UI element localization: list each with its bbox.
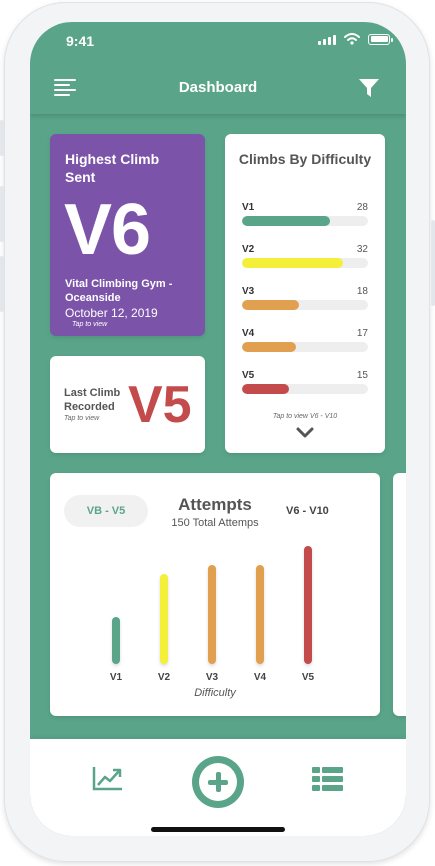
difficulty-hint: Tap to view V6 - V10 <box>272 413 338 420</box>
difficulty-count: 18 <box>356 286 368 297</box>
last-climb-hint: Tap to view <box>64 415 100 422</box>
difficulty-grade: V3 <box>242 286 255 297</box>
x-tick-label: V3 <box>205 672 219 683</box>
attempts-bar-v1 <box>112 616 120 664</box>
wifi-icon <box>344 33 360 45</box>
status-time: 9:41 <box>66 33 95 49</box>
attempts-bar-v2 <box>160 574 168 664</box>
last-climb-card[interactable]: Last Climb Recorded Tap to view V5 <box>50 356 205 453</box>
trend-chart-icon[interactable] <box>92 765 124 791</box>
app-header: Dashboard <box>30 62 406 114</box>
climbs-by-difficulty-card[interactable]: Climbs By Difficulty V1 28 V2 32 V3 18 V… <box>225 134 385 453</box>
page-title: Dashboard <box>178 79 258 96</box>
add-plus-vertical <box>215 772 221 792</box>
difficulty-row: V5 15 <box>242 370 368 394</box>
difficulty-row: V4 17 <box>242 328 368 352</box>
phone-mute-switch <box>0 120 4 156</box>
last-climb-grade: V5 <box>128 376 192 434</box>
status-icons <box>318 33 393 45</box>
difficulty-grade: V2 <box>242 244 255 255</box>
difficulty-grade: V1 <box>242 202 255 213</box>
difficulty-bar-fill <box>242 300 299 310</box>
difficulty-track <box>242 216 368 226</box>
x-tick-label: V1 <box>109 672 123 683</box>
list-icon[interactable] <box>312 767 343 791</box>
app-screen: 9:41 Dashboard Highest Climb Sent V6 Vit… <box>30 22 406 836</box>
attempts-card: VB - V5 Attempts 150 Total Attemps V6 - … <box>50 473 380 716</box>
status-bar: 9:41 <box>30 22 406 62</box>
difficulty-bar-fill <box>242 216 331 226</box>
highest-climb-grade: V6 <box>64 190 151 270</box>
attempts-bar-v5 <box>304 546 312 664</box>
x-tick-label: V5 <box>301 672 315 683</box>
battery-icon <box>368 33 393 45</box>
chart-x-axis-label: Difficulty <box>194 687 236 699</box>
x-tick-label: V2 <box>157 672 171 683</box>
difficulty-track <box>242 258 368 268</box>
cellular-signal-icon <box>318 34 336 45</box>
attempts-chart: V1 V2 V3 V4 V5 <box>50 473 380 716</box>
filter-icon[interactable] <box>358 77 380 99</box>
next-card-peek[interactable] <box>393 473 406 716</box>
difficulty-bar-fill <box>242 342 296 352</box>
highest-climb-date: October 12, 2019 <box>65 306 158 320</box>
x-tick-label: V4 <box>253 672 267 683</box>
difficulty-card-title: Climbs By Difficulty <box>238 151 372 167</box>
attempts-bar-v3 <box>208 564 216 664</box>
bottom-nav <box>30 739 406 836</box>
home-indicator <box>151 827 285 832</box>
last-climb-label: Last Climb Recorded <box>64 387 121 413</box>
add-circle-icon[interactable] <box>192 756 244 808</box>
difficulty-grade: V4 <box>242 328 255 339</box>
difficulty-row: V2 32 <box>242 244 368 268</box>
highest-climb-label: Highest Climb Sent <box>65 151 160 185</box>
phone-power-button <box>431 220 435 306</box>
difficulty-row: V1 28 <box>242 202 368 226</box>
difficulty-count: 32 <box>356 244 368 255</box>
difficulty-count: 15 <box>356 370 368 381</box>
phone-volume-down <box>0 256 4 312</box>
difficulty-track <box>242 384 368 394</box>
chevron-down-icon[interactable] <box>295 426 315 440</box>
difficulty-bar-fill <box>242 258 343 268</box>
highest-climb-hint: Tap to view <box>72 321 108 328</box>
difficulty-grade: V5 <box>242 370 255 381</box>
difficulty-count: 28 <box>356 202 368 213</box>
highest-climb-gym: Vital Climbing Gym - Oceanside <box>65 278 173 304</box>
difficulty-bar-fill <box>242 384 290 394</box>
difficulty-row: V3 18 <box>242 286 368 310</box>
phone-volume-up <box>0 186 4 242</box>
difficulty-track <box>242 342 368 352</box>
difficulty-track <box>242 300 368 310</box>
difficulty-count: 17 <box>356 328 368 339</box>
attempts-bar-v4 <box>256 564 264 664</box>
highest-climb-card[interactable]: Highest Climb Sent V6 Vital Climbing Gym… <box>50 134 205 336</box>
